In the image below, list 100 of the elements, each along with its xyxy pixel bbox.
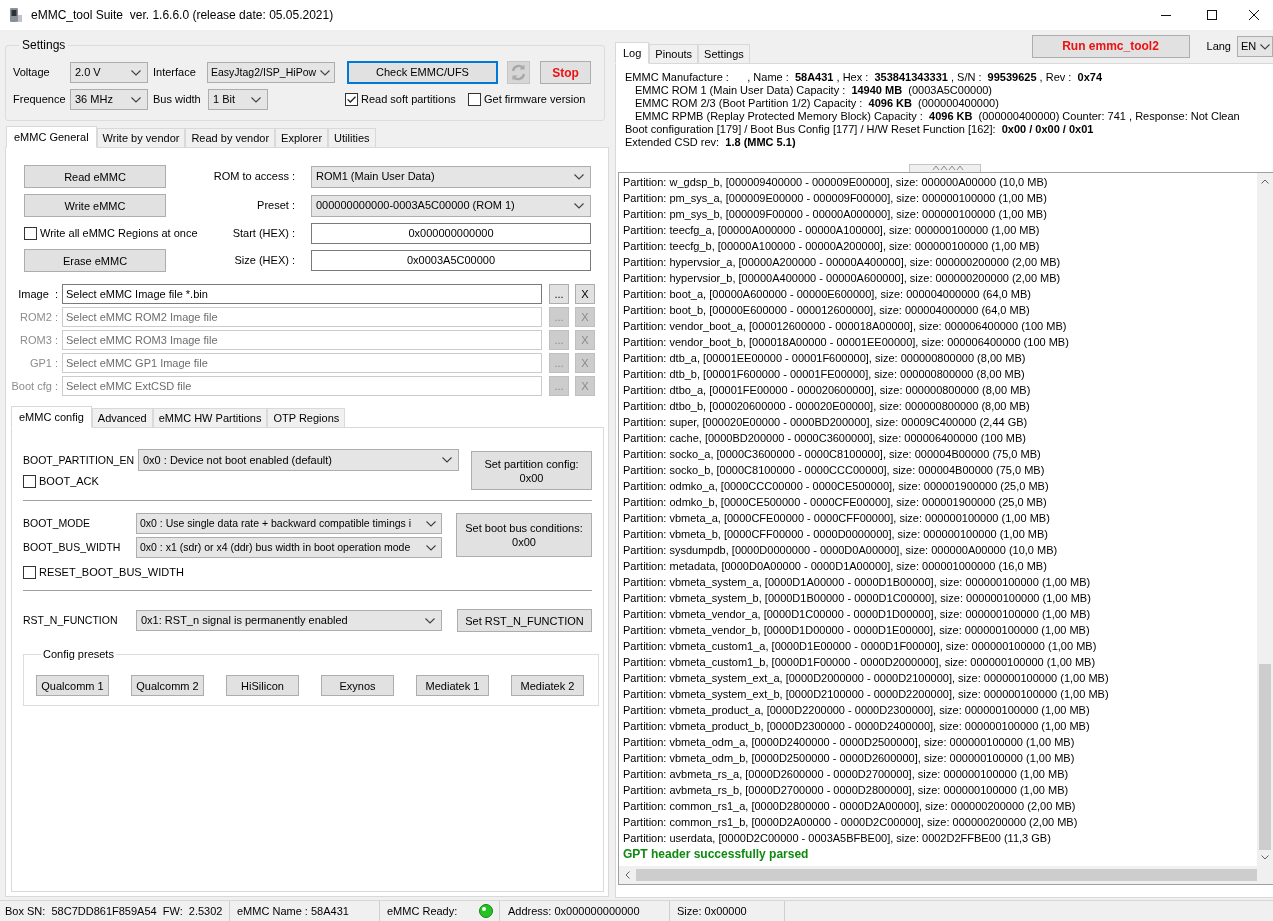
dropdown[interactable]: 2.0 V bbox=[70, 62, 148, 83]
field-label: GP1 : bbox=[28, 356, 58, 370]
dropdown[interactable]: 0x0 : Use single data rate + backward compatible timings i bbox=[136, 513, 442, 534]
tab[interactable]: Read by vendor bbox=[185, 128, 276, 147]
check-button[interactable]: Check EMMC/UFS bbox=[347, 61, 498, 84]
checkbox[interactable] bbox=[23, 475, 36, 488]
field-label: BOOT_PARTITION_EN bbox=[23, 453, 136, 467]
log-line: Partition: vbmeta_a, [0000CFE00000 - 0000CFF00000], size: 000000100000 (1,00 MB) bbox=[623, 512, 1050, 524]
log-line: Partition: vbmeta_vendor_a, [0000D1C00000 - 0000D1D00000], size: 000000100000 (1,00 MB) bbox=[623, 608, 1091, 620]
field-label: ROM3 : bbox=[19, 333, 58, 347]
dropdown[interactable]: ROM1 (Main User Data) bbox=[311, 165, 591, 188]
dropdown[interactable]: EN bbox=[1237, 36, 1273, 57]
tab[interactable]: Explorer bbox=[275, 128, 329, 147]
log-line: Partition: vendor_boot_b, [000018A00000 - 00001EE00000], size: 000006400000 (100 MB) bbox=[623, 336, 1069, 348]
preset-button[interactable]: Qualcomm 2 bbox=[131, 675, 204, 696]
preset-button[interactable]: Qualcomm 1 bbox=[36, 675, 109, 696]
dropdown[interactable]: 000000000000-0003A5C00000 (ROM 1) bbox=[311, 194, 591, 217]
text-field[interactable]: 0x000000000000 bbox=[311, 222, 591, 244]
log-line: Partition: vbmeta_system_b, [0000D1B00000 - 0000D1C00000], size: 000000100000 (1,00 MB) bbox=[623, 592, 1091, 604]
group-title: Config presets bbox=[42, 648, 115, 661]
maximize-icon[interactable] bbox=[1207, 10, 1217, 20]
checkbox-label: BOOT_ACK bbox=[39, 475, 99, 488]
tab[interactable]: eMMC config bbox=[11, 406, 92, 428]
dropdown[interactable]: 0x0 : Device not boot enabled (default) bbox=[138, 449, 459, 471]
log-line: Partition: super, [000020E00000 - 0000BD200000], size: 00009C400000 (2,44 GB) bbox=[623, 416, 1028, 428]
set-boot-bus-button[interactable]: Set boot bus conditions: 0x00 bbox=[456, 513, 592, 557]
log-line: Partition: metadata, [0000D0A00000 - 0000D1A00000], size: 000001000000 (16,0 MB) bbox=[623, 560, 1047, 572]
text-field[interactable]: 0x0003A5C00000 bbox=[311, 250, 591, 271]
tab[interactable]: Log bbox=[615, 42, 650, 64]
dropdown[interactable]: 36 MHz bbox=[70, 89, 148, 110]
checkbox[interactable] bbox=[23, 566, 36, 579]
clear-button[interactable]: X bbox=[575, 284, 595, 304]
log-line: Partition: vendor_boot_a, [000012600000 - 000018A00000], size: 000006400000 (100 MB) bbox=[623, 320, 1067, 332]
tab[interactable]: Utilities bbox=[328, 128, 376, 147]
dropdown[interactable]: 1 Bit bbox=[208, 89, 268, 110]
log-line: Partition: boot_a, [00000A600000 - 00000E600000], size: 000004000000 (64,0 MB) bbox=[623, 288, 1031, 300]
dropdown[interactable]: EasyJtag2/ISP_HiPow bbox=[207, 62, 335, 83]
set-partition-button[interactable]: Set partition config: 0x00 bbox=[471, 451, 592, 490]
chevron-down-icon bbox=[131, 96, 141, 103]
info-line: EMMC RPMB (Replay Protected Memory Block) Capacity : 4096 KB (000000400000) Counter: 741 , Response: Not Clean bbox=[635, 110, 1240, 122]
set-reset-button[interactable]: Set RST_N_FUNCTION bbox=[457, 609, 592, 632]
horizontal-scrollbar[interactable] bbox=[619, 866, 1273, 884]
field-label: Image : bbox=[17, 287, 58, 301]
scrollbar-thumb[interactable] bbox=[1259, 664, 1271, 850]
minimize-icon[interactable] bbox=[1161, 14, 1171, 16]
caret-down-icon[interactable] bbox=[1261, 855, 1269, 860]
dropdown[interactable]: 0x1: RST_n signal is permanently enabled bbox=[136, 610, 442, 631]
field-label: RST_N_FUNCTION bbox=[23, 614, 119, 627]
log-line: Partition: avbmeta_rs_a, [0000D2600000 - 0000D2700000], size: 000000100000 (1,00 MB) bbox=[623, 768, 1069, 780]
preset-button[interactable]: Mediatek 2 bbox=[511, 675, 584, 696]
info-line: EMMC ROM 1 (Main User Data) Capacity : 14940 MB (0003A5C00000) bbox=[635, 84, 993, 96]
field-label: ROM2 : bbox=[19, 310, 58, 324]
action-button[interactable]: Write eMMC bbox=[24, 194, 166, 217]
log-line: Partition: w_gdsp_b, [000009400000 - 000009E00000], size: 000000A00000 (10,0 MB) bbox=[623, 176, 1048, 188]
file-path-field[interactable]: Select eMMC Image file *.bin bbox=[62, 284, 542, 304]
checkbox-label: Get firmware version bbox=[484, 93, 586, 106]
tab[interactable]: eMMC General bbox=[6, 126, 97, 148]
preset-button[interactable]: Mediatek 1 bbox=[416, 675, 489, 696]
checkbox[interactable] bbox=[24, 226, 37, 240]
tab[interactable]: eMMC HW Partitions bbox=[152, 408, 268, 427]
log-line: Partition: vbmeta_product_b, [0000D2300000 - 0000D2400000], size: 000000100000 (1,00 MB) bbox=[623, 720, 1090, 732]
tab[interactable]: OTP Regions bbox=[267, 408, 346, 427]
action-button[interactable]: Erase eMMC bbox=[24, 249, 166, 272]
status-text: Address: 0x000000000000 bbox=[508, 904, 640, 918]
scrollbar-thumb[interactable] bbox=[636, 869, 1257, 881]
dropdown[interactable]: 0x0 : x1 (sdr) or x4 (ddr) bus width in boot operation mode bbox=[136, 537, 442, 558]
caret-left-icon[interactable] bbox=[625, 871, 630, 879]
tab[interactable]: Pinouts bbox=[649, 44, 699, 63]
vertical-scrollbar[interactable] bbox=[1257, 173, 1273, 866]
field-label: BOOT_BUS_WIDTH bbox=[23, 541, 122, 554]
splitter-grip-icon[interactable] bbox=[908, 164, 981, 172]
close-icon[interactable] bbox=[1249, 10, 1259, 20]
check-icon bbox=[347, 96, 356, 103]
field-label: Frequence bbox=[13, 93, 67, 106]
log-line: Partition: teecfg_b, [00000A100000 - 00000A200000], size: 000000100000 (1,00 MB) bbox=[623, 240, 1040, 252]
tab[interactable]: Write by vendor bbox=[96, 128, 186, 147]
action-button[interactable]: Read eMMC bbox=[24, 165, 166, 188]
tab[interactable]: Advanced bbox=[91, 408, 153, 427]
group-title: Settings bbox=[21, 39, 67, 52]
preset-button[interactable]: HiSilicon bbox=[226, 675, 299, 696]
preset-button[interactable]: Exynos bbox=[321, 675, 394, 696]
field-label: BOOT_MODE bbox=[23, 517, 92, 530]
log-line: Partition: vbmeta_product_a, [0000D2200000 - 0000D2300000], size: 000000100000 (1,00 MB) bbox=[623, 704, 1090, 716]
log-line: Partition: cache, [0000BD200000 - 0000C3600000], size: 000006400000 (100 MB) bbox=[623, 432, 1026, 444]
caret-up-icon[interactable] bbox=[1261, 179, 1269, 184]
checkbox[interactable] bbox=[345, 93, 358, 106]
browse-button[interactable]: ... bbox=[549, 284, 569, 304]
info-line: Extended CSD rev: 1.8 (MMC 5.1) bbox=[625, 136, 796, 148]
field-label: Interface bbox=[153, 66, 197, 79]
field-label: Start (HEX) : bbox=[231, 226, 295, 240]
log-line: Partition: avbmeta_rs_b, [0000D2700000 - 0000D2800000], size: 000000100000 (1,00 MB) bbox=[623, 784, 1069, 796]
log-line: Partition: hypervsior_a, [00000A200000 - 00000A400000], size: 000000200000 (2,00 MB) bbox=[623, 256, 1061, 268]
chevron-down-icon bbox=[1260, 43, 1270, 50]
chevron-down-icon bbox=[426, 520, 436, 527]
info-line: Boot configuration [179] / Boot Bus Config [177] / H/W Reset Function [162]: 0x00 / 0x00 / 0x01 bbox=[625, 123, 1094, 135]
tab[interactable]: Settings bbox=[698, 44, 750, 63]
status-text: eMMC Ready: bbox=[387, 904, 458, 918]
checkbox[interactable] bbox=[468, 93, 481, 106]
log-line: Partition: vbmeta_system_a, [0000D1A00000 - 0000D1B00000], size: 000000100000 (1,00 MB) bbox=[623, 576, 1091, 588]
log-line: Partition: vbmeta_vendor_b, [0000D1D00000 - 0000D1E00000], size: 000000100000 (1,00 MB) bbox=[623, 624, 1090, 636]
